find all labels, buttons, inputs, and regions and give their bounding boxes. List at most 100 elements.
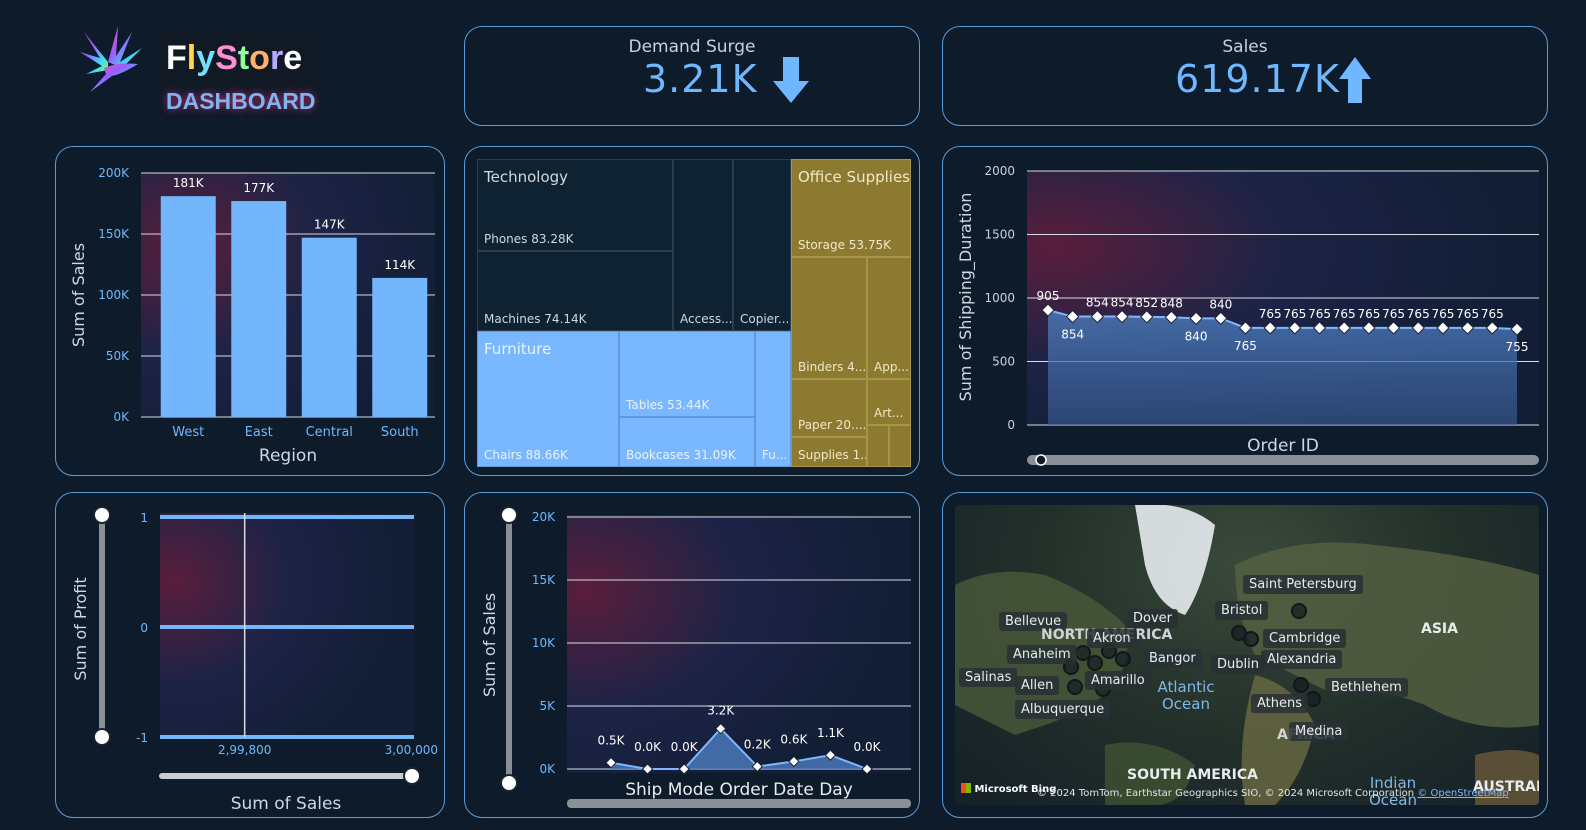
shipping-duration-chart-card[interactable]: Sum of Shipping_Duration Order ID 0 500 10… [942,146,1548,476]
kpi-demand-surge-card[interactable]: Demand Surge 3.21K [464,26,920,126]
shipping-data-label: 765 [1234,339,1257,353]
map-city-label: Saint Petersburg [1243,575,1363,594]
profit-chart-ylabel: Sum of Profit [71,577,90,680]
ship-mode-y-slider-top-handle[interactable] [500,506,518,524]
shipping-data-label: 765 [1431,307,1454,321]
bar [160,196,216,417]
profit-sales-chart[interactable]: Sum of Profit Sum of Sales 1 0 -1 2,99,800 3… [56,493,445,818]
treemap-binders[interactable]: Binders 4... [791,257,867,379]
shipping-y-tick: 1500 [984,228,1015,242]
map-region-label: ASIA [1421,621,1458,637]
treemap-binders-label: Binders 4... [798,360,867,374]
ship-mode-chart-card[interactable]: Sum of Sales Ship Mode Order Date Day 0K… [464,492,920,818]
treemap-copiers[interactable]: Copier... [733,159,791,331]
ship-mode-y-slider-bottom-handle[interactable] [500,774,518,792]
treemap-chairs-label: Chairs 88.66K [484,448,568,462]
treemap-appliances[interactable]: App... [867,257,911,379]
ship-mode-scrollbar[interactable] [567,799,911,808]
treemap-office-label: Office Supplies [798,168,911,186]
bar-x-tick: Central [306,425,353,440]
shipping-data-label: 854 [1111,296,1134,310]
treemap-art[interactable]: Art... [867,379,911,425]
treemap-machines[interactable]: Machines 74.14K [477,251,673,331]
treemap-furnishings-label: Fu... [762,448,788,462]
treemap-labels[interactable] [889,425,911,467]
shipping-data-label: 765 [1333,307,1356,321]
shipping-data-label: 765 [1456,307,1479,321]
city-map-card[interactable]: Saint Petersburg Bristol Dover Bellevue … [942,492,1548,818]
region-sales-chart-card[interactable]: Sum of Sales Region 0K 50K 100K 150K 200K 181… [55,146,445,476]
ship-mode-data-label: 3.2K [707,704,735,718]
kpi-demand-surge-value: 3.21K [643,57,758,101]
bar-chart-xlabel: Region [259,446,317,466]
shipping-scroll-handle[interactable] [1035,454,1047,466]
bar-y-tick: 100K [98,288,130,302]
shipping-y-tick: 1000 [984,291,1015,305]
map-dot[interactable] [1243,631,1259,647]
treemap-phones-label: Phones 83.28K [484,232,574,246]
map-dot[interactable] [1067,679,1083,695]
arrow-down-icon [773,57,809,103]
treemap[interactable]: Technology Phones 83.28K Machines 74.14K… [477,159,911,467]
map-dot[interactable] [1087,655,1103,671]
arrow-up-icon [1339,57,1371,103]
ship-mode-y-tick: 15K [532,573,556,587]
microsoft-logo-icon [961,783,971,793]
shipping-duration-chart[interactable]: Sum of Shipping_Duration Order ID 0 500 10… [943,147,1548,476]
bird-logo-icon [80,26,142,92]
shipping-chart-ylabel: Sum of Shipping_Duration [956,193,976,402]
shipping-data-label: 755 [1506,340,1529,354]
treemap-accessories[interactable]: Access... [673,159,733,331]
world-map[interactable]: Saint Petersburg Bristol Dover Bellevue … [955,505,1539,805]
map-city-label: Amarillo [1085,671,1151,690]
bar-y-tick: 50K [106,349,130,363]
profit-y-slider-top-handle[interactable] [93,506,111,524]
ship-mode-chart[interactable]: Sum of Sales Ship Mode Order Date Day 0K… [465,493,920,818]
treemap-tables[interactable]: Tables 53.44K [619,331,755,417]
profit-y-tick: 1 [140,511,148,525]
profit-y-slider-bottom-handle[interactable] [93,728,111,746]
treemap-phones[interactable]: Phones 83.28K [477,159,673,251]
treemap-tables-label: Tables 53.44K [626,398,710,412]
map-dot[interactable] [1293,677,1309,693]
ship-mode-data-label: 0.5K [598,734,626,748]
ship-mode-ylabel: Sum of Sales [480,593,499,697]
map-region-label: SOUTH AMERICA [1127,767,1258,783]
profit-sales-chart-card[interactable]: Sum of Profit Sum of Sales 1 0 -1 2,99,800 3… [55,492,445,818]
category-treemap-card[interactable]: Technology Phones 83.28K Machines 74.14K… [464,146,920,476]
bar-chart-ylabel: Sum of Sales [69,243,88,347]
map-city-label: Allen [1015,676,1060,695]
map-city-label: Dover [1127,609,1178,628]
bar-x-tick: East [245,425,273,440]
treemap-accessories-label: Access... [680,312,733,326]
shipping-data-label: 765 [1481,307,1504,321]
treemap-chairs[interactable]: Furniture Chairs 88.66K [477,331,619,467]
ship-mode-y-tick: 0K [539,762,556,776]
bar-x-tick: West [172,425,204,440]
treemap-fasteners[interactable] [867,425,889,467]
bar [372,277,428,417]
ship-mode-data-label: 1.1K [817,726,845,740]
kpi-sales-card[interactable]: Sales 619.17K [942,26,1548,126]
shipping-data-label: 854 [1086,296,1109,310]
map-osm-link[interactable]: © OpenStreetMap [1417,788,1508,799]
treemap-storage[interactable]: Office Supplies Storage 53.75K [791,159,911,257]
shipping-data-label: 852 [1135,296,1158,310]
kpi-demand-surge-label: Demand Surge [628,37,756,57]
shipping-y-tick: 0 [1007,418,1015,432]
shipping-y-tick: 500 [992,355,1015,369]
map-city-label: Bethlehem [1325,678,1408,697]
shipping-data-label: 840 [1185,329,1208,343]
treemap-furnishings[interactable]: Fu... [755,331,791,467]
treemap-bookcases[interactable]: Bookcases 31.09K [619,417,755,467]
profit-x-slider-handle[interactable] [403,767,421,785]
map-dot[interactable] [1115,651,1131,667]
shipping-data-label: 848 [1160,296,1183,310]
shipping-scrollbar[interactable] [1027,455,1539,465]
treemap-paper[interactable]: Paper 20.... [791,379,867,437]
map-dot[interactable] [1291,603,1307,619]
treemap-supplies[interactable]: Supplies 1... [791,437,867,467]
region-bar-chart[interactable]: Sum of Sales Region 0K 50K 100K 150K 200K 181… [56,147,445,476]
shipping-data-label: 765 [1283,307,1306,321]
treemap-copiers-label: Copier... [740,312,790,326]
